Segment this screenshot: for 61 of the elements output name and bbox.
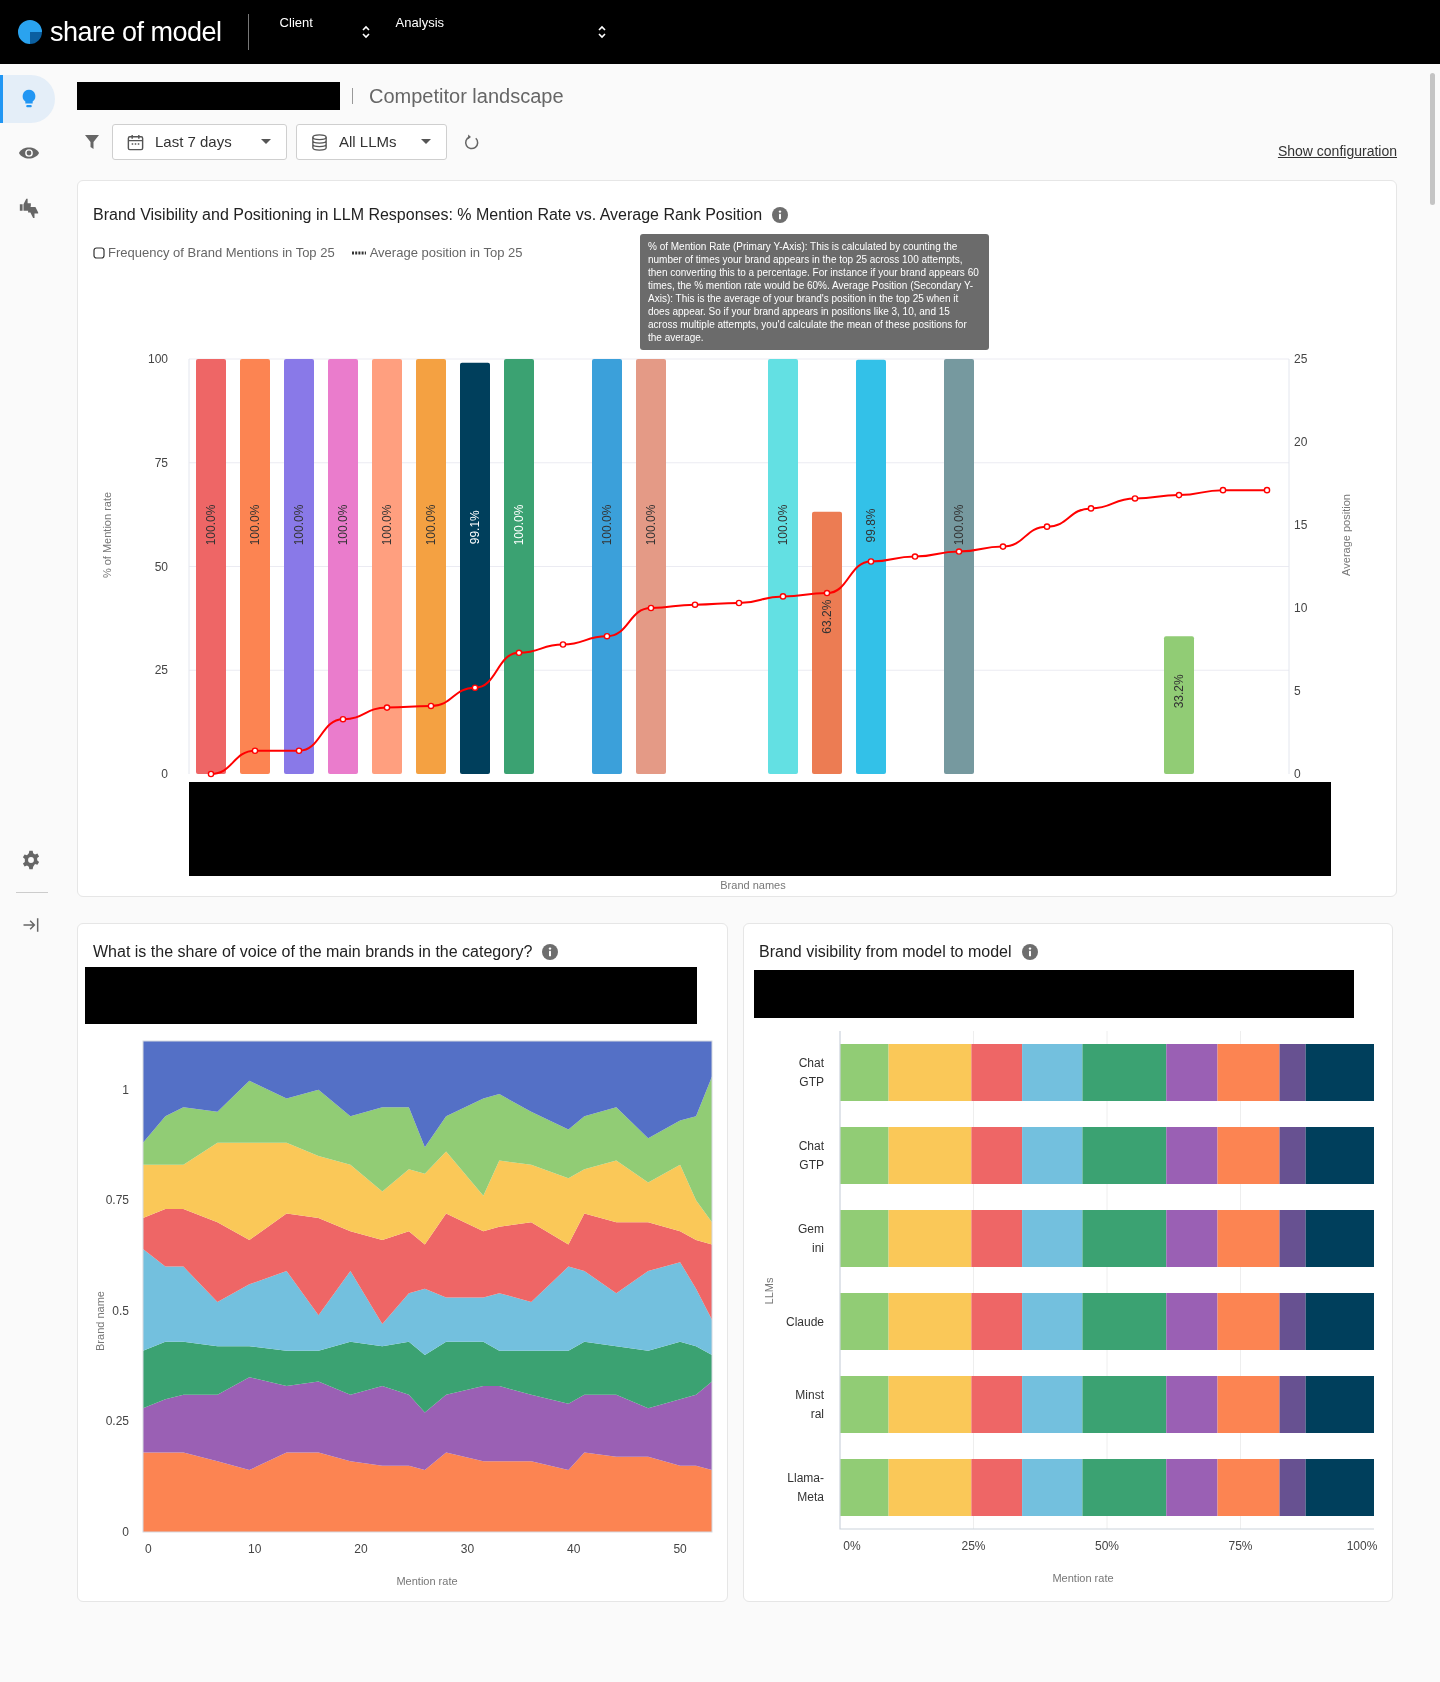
tick-label: 15 [1294,518,1308,532]
axis-title: Brand names [720,879,786,891]
tick-label: 100 [147,352,168,366]
tick-label: 10 [1294,601,1308,615]
bar-value-label: 100.0% [644,504,658,546]
axis-title: LLMs [763,1277,775,1305]
category-label: Claude [785,1314,824,1329]
page-title: Competitor landscape [369,84,564,109]
axis-title: Average position [1340,494,1352,576]
bar-value-label: 99.1% [468,510,482,545]
card-title: Brand Visibility and Positioning in LLM Responses: % Mention Rate vs. Average Rank Position [93,205,763,225]
bar-value-label: 100.0% [600,504,614,546]
category-label: Llama- Meta [787,1471,824,1504]
tick-label: 25% [961,1539,986,1553]
axis-title: Brand name [94,1291,106,1351]
tick-label: 40 [567,1542,581,1556]
tick-label: 1 [122,1082,129,1097]
tick-label: 75% [1228,1539,1253,1553]
tick-label: 0% [843,1539,861,1553]
bar-value-label: 99.8% [864,508,878,543]
tick-label: 0.25 [105,1414,129,1429]
tick-label: 10 [248,1542,262,1556]
tooltip: % of Mention Rate (Primary Y-Axis): This is calculated by counting the number of times your brand appears in the top 25 across 100 attempts, then converting this to a percentage. For instance if your brand appears 60 times, the % mention rate would be 60%. Average Position (Secondary Y-Axis): This is the average of your brand's position in the top 25 when it does appear. So if your brand appears in positions like 3, 10, and 15 across multiple attempts, you'd calculate the mean of these positions for the average. [640,234,989,350]
bar-value-label: 100.0% [424,504,438,546]
bar-value-label: 100.0% [776,504,790,546]
category-label: Chat GTP [798,1139,824,1172]
bar-value-label: 100.0% [292,504,306,546]
tick-label: 0.5 [112,1303,129,1318]
tick-label: 50 [154,559,168,574]
tick-label: 0 [144,1542,152,1556]
tick-label: 75 [154,455,168,470]
card-title: What is the share of voice of the main brands in the category? [93,942,533,962]
bar-value-label: 100.0% [336,504,350,546]
bar-value-label: 33.2% [1172,674,1186,709]
tick-label: 20 [1294,435,1308,449]
bar-value-label: 100.0% [952,504,966,546]
tick-label: 100% [1346,1539,1378,1553]
tick-label: 0 [161,767,168,781]
tick-label: 0.75 [105,1193,129,1208]
tick-label: 20 [354,1542,368,1556]
category-label: Gem ini [798,1222,824,1255]
category-label: Chat GTP [798,1056,824,1089]
category-label: Minst ral [795,1388,824,1421]
bar-value-label: 63.2% [820,599,834,634]
bar-value-label: 100.0% [512,504,526,546]
axis-title: % of Mention rate [101,491,113,579]
bar-value-label: 100.0% [204,504,218,546]
axis-title: Mention rate [396,1575,458,1587]
bar-value-label: 100.0% [380,504,394,546]
tick-label: 25 [1294,352,1308,366]
tick-label: 50% [1095,1539,1119,1553]
bar-value-label: 100.0% [248,504,262,546]
tick-label: 0 [1294,767,1301,781]
tick-label: 25 [154,663,168,678]
tick-label: 0 [122,1525,129,1539]
card-title: Brand visibility from model to model [759,942,1012,962]
axis-title: Mention rate [1052,1572,1114,1584]
tick-label: 5 [1294,684,1301,698]
tick-label: 50 [673,1542,687,1556]
tick-label: 30 [460,1542,475,1556]
logo-text: share of model [50,15,222,49]
